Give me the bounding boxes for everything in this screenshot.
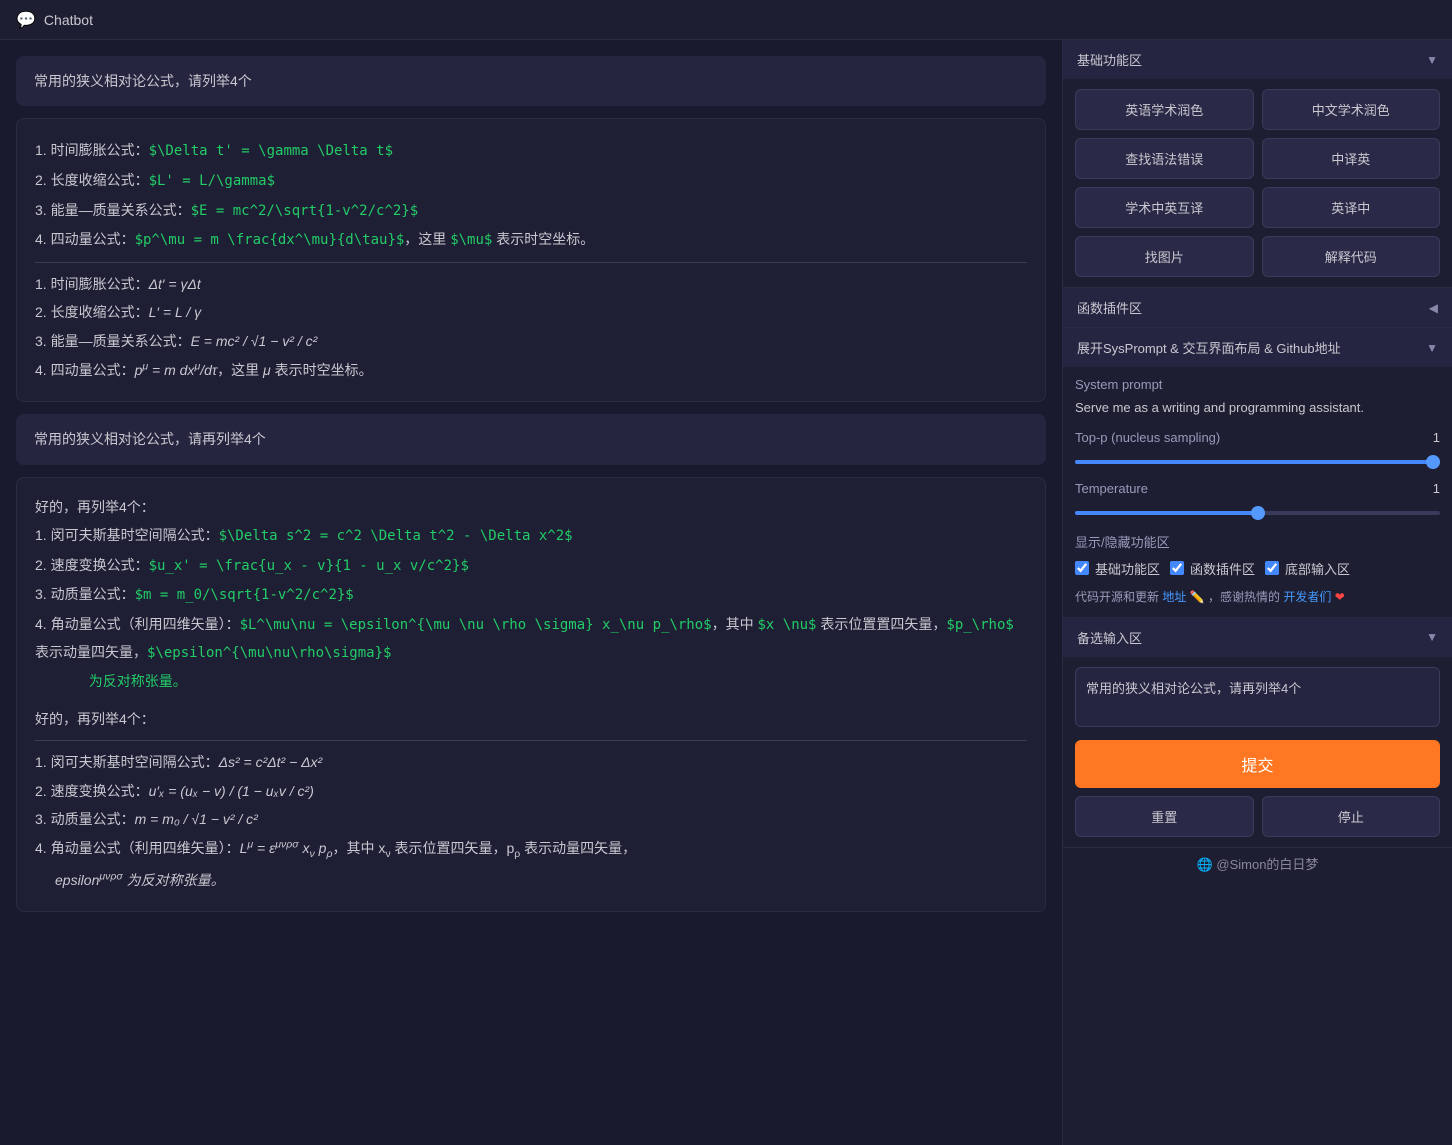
btn-en-academic[interactable]: 英语学术润色 — [1075, 89, 1254, 130]
checkbox-plugins-input[interactable] — [1170, 561, 1184, 575]
chat-area: 常用的狭义相对论公式，请列举4个 1. 时间膨胀公式：$\Delta t' = … — [0, 40, 1062, 1145]
temperature-label: Temperature — [1075, 481, 1148, 496]
chat-icon: 💬 — [16, 10, 36, 30]
weibo-icon: 🌐 — [1197, 857, 1213, 872]
rendered2-line-4: 4. 角动量公式（利用四维矢量）：Lμ = εμνρσ xν pρ，其中 xν … — [35, 835, 1027, 865]
user-message-2-text: 常用的狭义相对论公式，请再列举4个 — [34, 431, 266, 447]
basic-functions-title: 基础功能区 — [1077, 50, 1142, 69]
thanks-text: ，感谢热情的 — [1208, 590, 1280, 604]
rendered-line-3: 3. 能量—质量关系公式：E = mc² / √1 − v² / c² — [35, 328, 1027, 355]
backup-input-header[interactable]: 备选输入区 ▼ — [1063, 618, 1452, 657]
rendered2-line-2: 2. 速度变换公式：u′ₓ = (uₓ − v) / (1 − uₓv / c²… — [35, 778, 1027, 805]
formula-line-4: 4. 四动量公式：$p^\mu = m \frac{dx^\mu}{d\tau}… — [35, 226, 1027, 254]
bottom-btn-row: 重置 停止 — [1075, 796, 1440, 837]
checkbox-basic-input[interactable] — [1075, 561, 1089, 575]
checkbox-basic-label: 基础功能区 — [1095, 559, 1160, 578]
formula2-line-2: 2. 速度变换公式：$u_x' = \frac{u_x - v}{1 - u_x… — [35, 552, 1027, 580]
system-prompt-label: System prompt — [1075, 377, 1440, 392]
sysprompt-section: 展开SysPrompt & 交互界面布局 & Github地址 ▼ System… — [1063, 328, 1452, 618]
checkbox-bottom[interactable]: 底部输入区 — [1265, 559, 1350, 578]
rendered-line-2: 2. 长度收缩公式：L′ = L / γ — [35, 299, 1027, 326]
sysprompt-header[interactable]: 展开SysPrompt & 交互界面布局 & Github地址 ▼ — [1063, 328, 1452, 367]
basic-functions-arrow: ▼ — [1426, 53, 1438, 67]
rendered2-line-3: 3. 动质量公式：m = m₀ / √1 − v² / c² — [35, 806, 1027, 833]
rendered-line-1: 1. 时间膨胀公式：Δt′ = γΔt — [35, 271, 1027, 298]
sysprompt-title: 展开SysPrompt & 交互界面布局 & Github地址 — [1077, 338, 1341, 357]
top-p-group: Top-p (nucleus sampling) 1 — [1075, 430, 1440, 467]
top-p-value: 1 — [1433, 430, 1440, 445]
btn-explain-code[interactable]: 解释代码 — [1262, 236, 1441, 277]
right-panel: 基础功能区 ▼ 英语学术润色 中文学术润色 查找语法错误 中译英 学术中英互译 … — [1062, 40, 1452, 1145]
source-text: 代码开源和更新 — [1075, 590, 1159, 604]
checkbox-plugins[interactable]: 函数插件区 — [1170, 559, 1255, 578]
assistant-2-intro: 好的，再列举4个： — [35, 494, 1027, 521]
plugins-header[interactable]: 函数插件区 ◀ — [1063, 288, 1452, 327]
btn-cn-academic[interactable]: 中文学术润色 — [1262, 89, 1441, 130]
formula2-line-4: 4. 角动量公式（利用四维矢量）：$L^\mu\nu = \epsilon^{\… — [35, 611, 1027, 666]
sysprompt-arrow: ▼ — [1426, 341, 1438, 355]
basic-functions-header[interactable]: 基础功能区 ▼ — [1063, 40, 1452, 79]
btn-find-image[interactable]: 找图片 — [1075, 236, 1254, 277]
submit-button[interactable]: 提交 — [1075, 740, 1440, 788]
rendered2-line-4b: epsilonμνρσ 为反对称张量。 — [35, 867, 1027, 894]
btn-grammar[interactable]: 查找语法错误 — [1075, 138, 1254, 179]
system-prompt-text: Serve me as a writing and programming as… — [1075, 398, 1440, 418]
source-row: 代码开源和更新 地址 ✏️ ，感谢热情的 开发者们 ❤ — [1075, 588, 1440, 607]
plugins-section: 函数插件区 ◀ — [1063, 288, 1452, 328]
contributor-link[interactable]: 开发者们 — [1283, 590, 1331, 604]
checkbox-group: 基础功能区 函数插件区 底部输入区 — [1075, 559, 1440, 578]
rendered-line-4: 4. 四动量公式：pμ = m dxμ/dτ，这里 μ 表示时空坐标。 — [35, 357, 1027, 384]
btn-en-to-cn[interactable]: 英译中 — [1262, 187, 1441, 228]
user-message-2: 常用的狭义相对论公式，请再列举4个 — [16, 414, 1046, 464]
plugins-arrow: ◀ — [1429, 301, 1438, 315]
checkbox-plugins-label: 函数插件区 — [1190, 559, 1255, 578]
visibility-label: 显示/隐藏功能区 — [1075, 532, 1440, 551]
watermark: 🌐 @Simon的白日梦 — [1063, 848, 1452, 879]
top-p-label: Top-p (nucleus sampling) — [1075, 430, 1220, 445]
user-message-1: 常用的狭义相对论公式，请列举4个 — [16, 56, 1046, 106]
btn-cn-to-en[interactable]: 中译英 — [1262, 138, 1441, 179]
temperature-group: Temperature 1 — [1075, 481, 1440, 518]
checkbox-bottom-label: 底部输入区 — [1285, 559, 1350, 578]
top-p-slider[interactable] — [1075, 460, 1440, 464]
plugins-title: 函数插件区 — [1077, 298, 1142, 317]
formula2-line-3: 3. 动质量公式：$m = m_0/\sqrt{1-v^2/c^2}$ — [35, 581, 1027, 609]
sysprompt-body: System prompt Serve me as a writing and … — [1063, 367, 1452, 617]
checkbox-basic[interactable]: 基础功能区 — [1075, 559, 1160, 578]
user-message-1-text: 常用的狭义相对论公式，请列举4个 — [34, 73, 252, 89]
visibility-section: 显示/隐藏功能区 基础功能区 函数插件区 底部输入区 — [1075, 532, 1440, 578]
backup-input-arrow: ▼ — [1426, 630, 1438, 644]
top-p-label-row: Top-p (nucleus sampling) 1 — [1075, 430, 1440, 445]
header: 💬 Chatbot — [0, 0, 1452, 40]
backup-textarea[interactable]: 常用的狭义相对论公式，请再列举4个 — [1075, 667, 1440, 727]
reset-button[interactable]: 重置 — [1075, 796, 1254, 837]
watermark-text: @Simon的白日梦 — [1216, 857, 1318, 872]
checkbox-bottom-input[interactable] — [1265, 561, 1279, 575]
assistant-message-2: 好的，再列举4个： 1. 闵可夫斯基时空间隔公式：$\Delta s^2 = c… — [16, 477, 1046, 913]
temperature-slider[interactable] — [1075, 511, 1440, 515]
basic-functions-section: 基础功能区 ▼ 英语学术润色 中文学术润色 查找语法错误 中译英 学术中英互译 … — [1063, 40, 1452, 288]
backup-input-title: 备选输入区 — [1077, 628, 1142, 647]
rendered2-line-1: 1. 闵可夫斯基时空间隔公式：Δs² = c²Δt² − Δx² — [35, 749, 1027, 776]
temperature-value: 1 — [1433, 481, 1440, 496]
backup-input-section: 备选输入区 ▼ 常用的狭义相对论公式，请再列举4个 提交 重置 停止 — [1063, 618, 1452, 848]
basic-functions-body: 英语学术润色 中文学术润色 查找语法错误 中译英 学术中英互译 英译中 找图片 … — [1063, 79, 1452, 287]
formula2-line-1: 1. 闵可夫斯基时空间隔公式：$\Delta s^2 = c^2 \Delta … — [35, 522, 1027, 550]
temperature-label-row: Temperature 1 — [1075, 481, 1440, 496]
source-link[interactable]: 地址 — [1162, 590, 1186, 604]
assistant-message-1: 1. 时间膨胀公式：$\Delta t' = \gamma \Delta t$ … — [16, 118, 1046, 402]
basic-functions-grid: 英语学术润色 中文学术润色 查找语法错误 中译英 学术中英互译 英译中 找图片 … — [1075, 89, 1440, 277]
main-layout: 常用的狭义相对论公式，请列举4个 1. 时间膨胀公式：$\Delta t' = … — [0, 40, 1452, 1145]
formula2-line-4b: 为反对称张量。 — [35, 668, 1027, 696]
assistant-2-intro2: 好的，再列举4个： — [35, 706, 1027, 733]
backup-input-body: 常用的狭义相对论公式，请再列举4个 提交 重置 停止 — [1063, 657, 1452, 847]
app-title: Chatbot — [44, 12, 93, 28]
formula-line-1: 1. 时间膨胀公式：$\Delta t' = \gamma \Delta t$ — [35, 137, 1027, 165]
heart-icon: ❤ — [1335, 590, 1345, 604]
btn-academic-translate[interactable]: 学术中英互译 — [1075, 187, 1254, 228]
formula-line-2: 2. 长度收缩公式：$L' = L/\gamma$ — [35, 167, 1027, 195]
formula-line-3: 3. 能量—质量关系公式：$E = mc^2/\sqrt{1-v^2/c^2}$ — [35, 197, 1027, 225]
stop-button[interactable]: 停止 — [1262, 796, 1441, 837]
